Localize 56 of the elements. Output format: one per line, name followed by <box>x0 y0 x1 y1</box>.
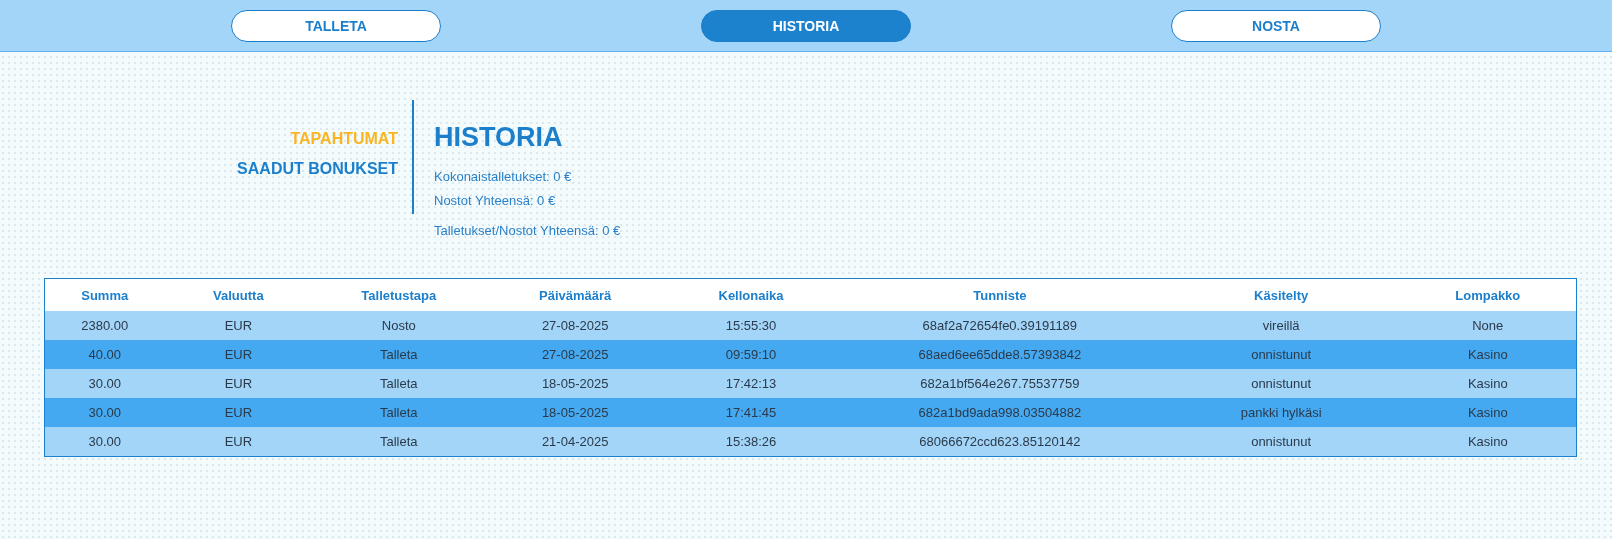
table-cell: 18-05-2025 <box>485 398 666 427</box>
table-cell: 682a1bd9ada998.03504882 <box>836 398 1163 427</box>
table-cell: 68af2a72654fe0.39191189 <box>836 311 1163 340</box>
table-cell: 27-08-2025 <box>485 311 666 340</box>
table-cell: 68aed6ee65dde8.57393842 <box>836 340 1163 369</box>
table-cell: EUR <box>164 427 313 457</box>
table-cell: Talleta <box>312 369 486 398</box>
table-cell: None <box>1399 311 1577 340</box>
table-cell: 30.00 <box>44 369 165 398</box>
table-cell: Nosto <box>312 311 486 340</box>
column-header: Käsitelty <box>1162 278 1400 311</box>
table-cell: 17:41:45 <box>665 398 837 427</box>
table-cell: EUR <box>164 369 313 398</box>
column-header: Tunniste <box>836 278 1163 311</box>
table-cell: 68066672ccd623.85120142 <box>836 427 1163 457</box>
table-cell: 30.00 <box>44 427 165 457</box>
table-cell: 09:59:10 <box>665 340 837 369</box>
table-cell: EUR <box>164 340 313 369</box>
table-cell: 15:55:30 <box>665 311 837 340</box>
column-header: Talletustapa <box>312 278 486 311</box>
table-cell: 682a1bf564e267.75537759 <box>836 369 1163 398</box>
table-cell: vireillä <box>1162 311 1400 340</box>
table-cell: EUR <box>164 311 313 340</box>
table-cell: Talleta <box>312 398 486 427</box>
page-title: HISTORIA <box>434 122 564 153</box>
table-cell: Kasino <box>1399 427 1577 457</box>
table-cell: EUR <box>164 398 313 427</box>
table-cell: Kasino <box>1399 398 1577 427</box>
nav-tab[interactable]: HISTORIA <box>701 9 911 42</box>
column-header: Lompakko <box>1399 278 1577 311</box>
table-cell: 2380.00 <box>44 311 165 340</box>
column-header: Summa <box>44 278 165 311</box>
table-cell: Talleta <box>312 427 486 457</box>
table-cell: 30.00 <box>44 398 165 427</box>
table-cell: pankki hylkäsi <box>1162 398 1400 427</box>
table-cell: 40.00 <box>44 340 165 369</box>
table-cell: onnistunut <box>1162 340 1400 369</box>
column-header: Valuutta <box>164 278 313 311</box>
table-cell: 18-05-2025 <box>485 369 666 398</box>
table-cell: Kasino <box>1399 340 1577 369</box>
summary-total: Talletukset/Nostot Yhteensä: 0 € <box>434 222 621 240</box>
table-cell: Kasino <box>1399 369 1577 398</box>
table-cell: 17:42:13 <box>665 369 837 398</box>
table-cell: Talleta <box>312 340 486 369</box>
table-cell: 27-08-2025 <box>485 340 666 369</box>
table-cell: 21-04-2025 <box>485 427 666 457</box>
summary-text: Nostot Yhteensä: 0 € <box>434 192 557 210</box>
column-header: Päivämäärä <box>485 278 666 311</box>
column-header: Kellonaika <box>665 278 837 311</box>
table-cell: onnistunut <box>1162 369 1400 398</box>
nav-tab[interactable]: TALLETA <box>231 9 441 42</box>
summary-text: Kokonaistalletukset: 0 € <box>434 168 573 186</box>
table-cell: onnistunut <box>1162 427 1400 457</box>
menu-link[interactable]: SAADUT BONUKSET <box>237 160 398 178</box>
table-cell: 15:38:26 <box>665 427 837 457</box>
nav-tab[interactable]: NOSTA <box>1171 9 1381 42</box>
